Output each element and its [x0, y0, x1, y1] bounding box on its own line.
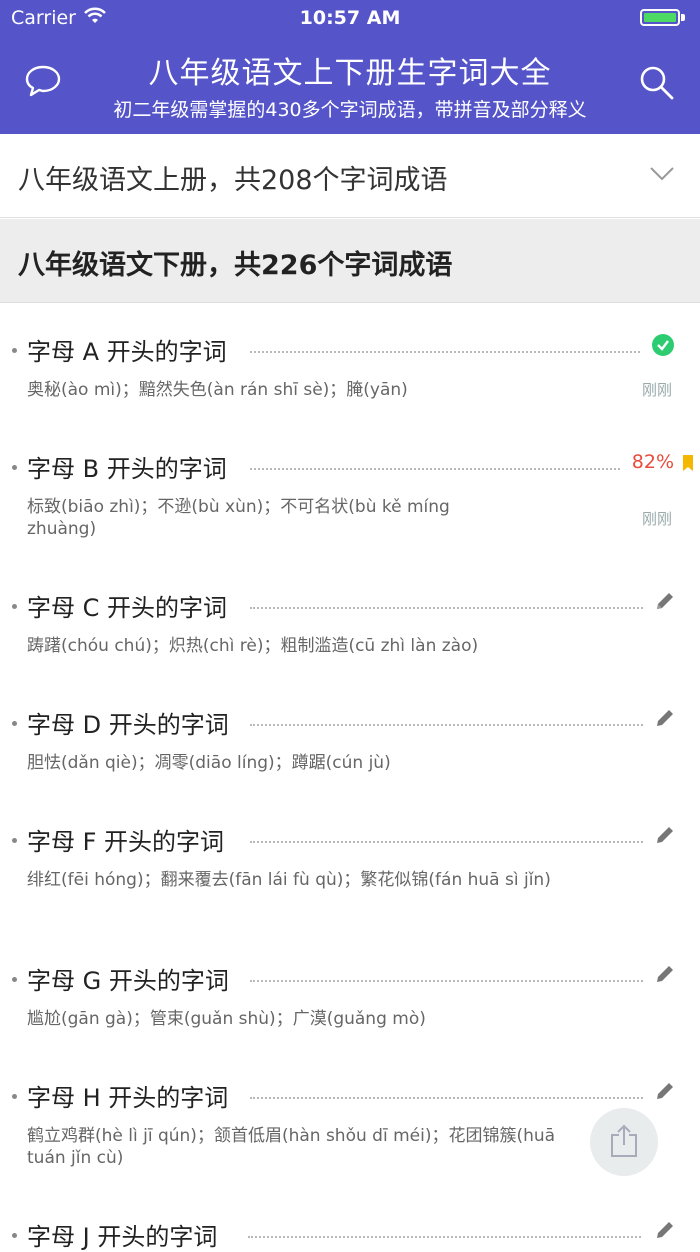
item-title: 字母 B 开头的字词 [27, 455, 227, 483]
bullet-dot [12, 977, 17, 982]
bullet-dot [12, 838, 17, 843]
item-title: 字母 F 开头的字词 [27, 828, 225, 856]
item-words: 踌躇(chóu chú)；炽热(chì rè)；粗制滥造(cū zhì làn … [27, 636, 479, 656]
battery-tip [681, 14, 685, 21]
battery-icon [640, 9, 680, 26]
item-words: 奥秘(ào mì)；黯然失色(àn rán shī sè)；腌(yān) [27, 380, 408, 400]
item-title: 字母 H 开头的字词 [27, 1084, 229, 1112]
pencil-icon[interactable] [655, 1081, 675, 1105]
section-label: 八年级语文上册，共208个字词成语 [18, 165, 448, 196]
pencil-icon[interactable] [655, 1220, 675, 1244]
section-volume-1[interactable]: 八年级语文上册，共208个字词成语 [0, 134, 700, 218]
item-time: 刚刚 [641, 381, 672, 399]
dotted-leader [248, 1236, 641, 1238]
item-title: 字母 A 开头的字词 [27, 338, 227, 366]
bullet-dot [12, 348, 17, 353]
dotted-leader [250, 841, 643, 843]
pencil-icon[interactable] [655, 591, 675, 615]
pencil-icon[interactable] [655, 825, 675, 849]
page-subtitle: 初二年级需掌握的430多个字词成语，带拼音及部分释义 [113, 99, 587, 121]
status-bar: Carrier 10:57 AM [0, 0, 700, 36]
bullet-dot [12, 604, 17, 609]
search-icon[interactable] [638, 64, 676, 106]
item-words: 鹤立鸡群(hè lì jī qún)；颔首低眉(hàn shǒu dī méi)… [27, 1126, 556, 1168]
bullet-dot [12, 721, 17, 726]
bullet-dot [12, 465, 17, 470]
chevron-down-icon [650, 166, 674, 185]
item-time: 刚刚 [641, 510, 672, 528]
item-words: 尴尬(gān gà)；管束(guǎn shù)；广漠(guǎng mò) [27, 1009, 426, 1029]
dotted-leader [250, 724, 643, 726]
item-words: 绯红(fēi hóng)；翻来覆去(fān lái fù qù)；繁花似锦(fá… [27, 870, 551, 890]
pencil-icon[interactable] [655, 964, 675, 988]
check-circle-icon [652, 334, 674, 360]
section-volume-2[interactable]: 八年级语文下册，共226个字词成语 [0, 219, 700, 303]
bullet-dot [12, 1233, 17, 1238]
share-icon [610, 1124, 638, 1162]
progress-percent: 82% [631, 451, 674, 473]
status-time: 10:57 AM [299, 7, 401, 29]
dotted-leader [250, 351, 640, 353]
share-button[interactable] [590, 1108, 658, 1176]
bookmark-icon [682, 454, 694, 476]
dotted-leader [250, 1097, 643, 1099]
pencil-icon[interactable] [655, 708, 675, 732]
dotted-leader [250, 980, 643, 982]
bullet-dot [12, 1094, 17, 1099]
item-words: 标致(biāo zhì)；不逊(bù xùn)；不可名状(bù kě míng … [27, 497, 450, 539]
item-title: 字母 C 开头的字词 [27, 594, 228, 622]
page-title: 八年级语文上下册生字词大全 [148, 56, 552, 91]
dotted-leader [250, 607, 643, 609]
dotted-leader [250, 468, 620, 470]
item-words: 胆怯(dǎn qiè)；凋零(diāo líng)；蹲踞(cún jù) [27, 753, 391, 773]
app-header: Carrier 10:57 AM 八年级语文上下册生字词大全 初二年级需掌握的4… [0, 0, 700, 134]
item-title: 字母 D 开头的字词 [27, 711, 229, 739]
item-title: 字母 J 开头的字词 [27, 1223, 218, 1251]
item-title: 字母 G 开头的字词 [27, 967, 229, 995]
section-label: 八年级语文下册，共226个字词成语 [18, 250, 453, 281]
